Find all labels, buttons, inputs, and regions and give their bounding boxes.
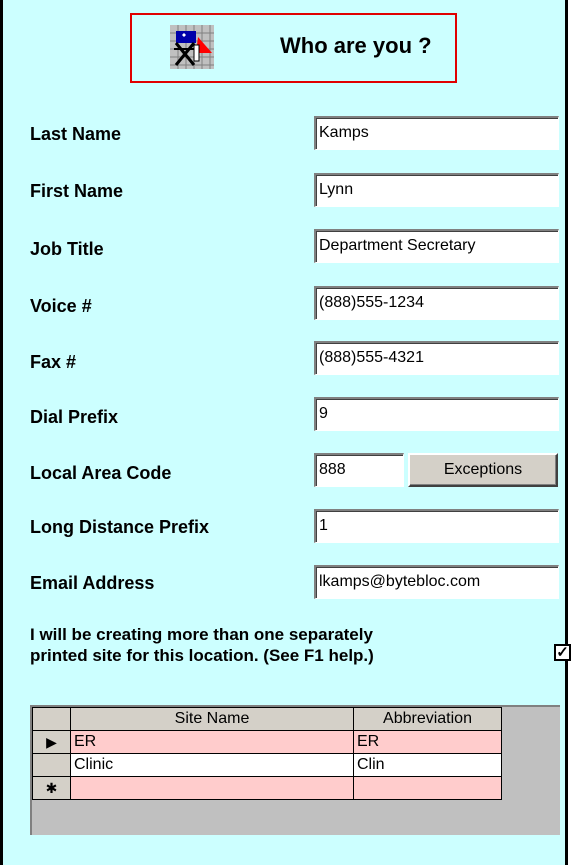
abbreviation-cell[interactable]: ER xyxy=(353,730,502,754)
fax-label: Fax # xyxy=(30,352,77,372)
dial-prefix-field[interactable]: 9 xyxy=(314,397,559,431)
local-area-code-label: Local Area Code xyxy=(30,463,172,483)
voice-label: Voice # xyxy=(30,296,92,316)
multi-site-note-line1: I will be creating more than one separat… xyxy=(30,625,373,644)
row-selector-current-icon[interactable]: ▶ xyxy=(32,730,71,754)
long-distance-prefix-label: Long Distance Prefix xyxy=(30,517,210,537)
job-title-field[interactable]: Department Secretary xyxy=(314,229,559,263)
dial-prefix-label: Dial Prefix xyxy=(30,407,119,427)
table-row[interactable]: ▶ ER ER xyxy=(32,730,502,754)
email-address-label: Email Address xyxy=(30,573,155,593)
table-row-new[interactable]: ✱ xyxy=(32,776,502,800)
sites-table: Site Name Abbreviation ▶ ER ER Clinic Cl… xyxy=(32,707,502,800)
job-title-label: Job Title xyxy=(30,239,104,259)
multi-site-note-line2: printed site for this location. (See F1 … xyxy=(30,646,374,665)
page-title: Who are you ? xyxy=(280,33,432,58)
email-address-field[interactable]: lkamps@bytebloc.com xyxy=(314,565,559,599)
last-name-label: Last Name xyxy=(30,124,122,144)
fax-field[interactable]: (888)555-4321 xyxy=(314,341,559,375)
grid-corner-cell xyxy=(32,707,71,731)
exceptions-button[interactable]: Exceptions xyxy=(408,453,558,487)
row-selector-new-record-icon[interactable]: ✱ xyxy=(32,776,71,800)
multi-site-checkbox[interactable]: ✓ xyxy=(554,644,571,661)
voice-field[interactable]: (888)555-1234 xyxy=(314,286,559,320)
last-name-field[interactable]: Kamps xyxy=(314,116,559,150)
sites-grid: Site Name Abbreviation ▶ ER ER Clinic Cl… xyxy=(30,705,560,835)
director-chair-icon xyxy=(170,25,214,69)
row-selector[interactable] xyxy=(32,753,71,777)
grid-header-row: Site Name Abbreviation xyxy=(32,707,502,731)
abbreviation-cell[interactable] xyxy=(353,776,502,800)
column-header-abbreviation[interactable]: Abbreviation xyxy=(353,707,502,731)
first-name-field[interactable]: Lynn xyxy=(314,173,559,207)
long-distance-prefix-field[interactable]: 1 xyxy=(314,509,559,543)
site-name-cell[interactable] xyxy=(70,776,354,800)
table-row[interactable]: Clinic Clin xyxy=(32,753,502,777)
column-header-site-name[interactable]: Site Name xyxy=(70,707,354,731)
local-area-code-field[interactable]: 888 xyxy=(314,453,404,487)
abbreviation-cell[interactable]: Clin xyxy=(353,753,502,777)
header-box: Who are you ? xyxy=(130,13,457,83)
site-name-cell[interactable]: Clinic xyxy=(70,753,354,777)
multi-site-note: I will be creating more than one separat… xyxy=(30,624,530,666)
first-name-label: First Name xyxy=(30,181,124,201)
who-are-you-panel: Who are you ? Last Name Kamps First Name… xyxy=(0,0,571,865)
site-name-cell[interactable]: ER xyxy=(70,730,354,754)
